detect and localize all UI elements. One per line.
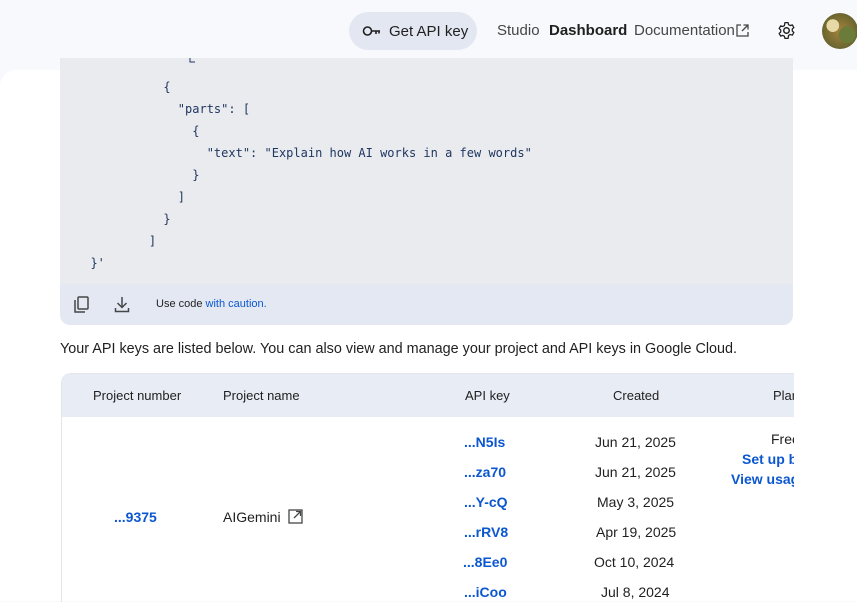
get-api-key-button[interactable]: Get API key — [349, 12, 477, 50]
code-line: } — [120, 168, 200, 182]
api-key-link[interactable]: ...iCoo — [464, 584, 507, 600]
intro-text: Your API keys are listed below. You can … — [60, 341, 738, 357]
nav-dashboard[interactable]: Dashboard — [549, 22, 627, 39]
code-line: { — [120, 124, 200, 138]
download-icon[interactable] — [114, 296, 130, 313]
created-date: Oct 10, 2024 — [594, 554, 675, 570]
created-date: May 3, 2025 — [597, 494, 675, 510]
code-line: ] — [120, 234, 157, 248]
api-key-link[interactable]: ...8Ee0 — [463, 554, 507, 570]
code-fragment — [189, 58, 195, 63]
created-date: Jul 8, 2024 — [601, 584, 670, 600]
key-icon — [362, 26, 380, 36]
plan-tier: Free — [771, 431, 794, 447]
caution-prefix: Use code — [156, 298, 206, 310]
caution-note: Use code with caution. — [156, 298, 267, 310]
view-usage-link[interactable]: View usag — [731, 471, 794, 487]
col-project-name: Project name — [223, 388, 300, 403]
code-block: { "parts": [ { "text": "Explain how AI w… — [60, 58, 793, 284]
created-date: Apr 19, 2025 — [596, 524, 677, 540]
api-key-link[interactable]: ...N5Is — [464, 434, 505, 450]
created-date: Jun 21, 2025 — [595, 434, 676, 450]
copy-icon[interactable] — [74, 296, 89, 313]
created-date: Jun 21, 2025 — [595, 464, 676, 480]
api-keys-table: Project number Project name API key Crea… — [61, 373, 794, 602]
col-project-number: Project number — [93, 388, 182, 403]
code-line: { — [120, 80, 171, 94]
api-key-link[interactable]: ...rRV8 — [464, 524, 508, 540]
code-line: "parts": [ — [120, 102, 251, 116]
open-project-icon[interactable] — [288, 509, 303, 524]
code-line: "text": "Explain how AI works in a few w… — [120, 146, 532, 160]
get-api-key-label: Get API key — [389, 22, 469, 40]
code-line: ] — [120, 190, 186, 204]
project-number-link[interactable]: ...9375 — [114, 509, 157, 525]
table-header: Project number Project name API key Crea… — [62, 374, 794, 417]
code-line: }' — [76, 256, 105, 270]
set-up-billing-link[interactable]: Set up b — [742, 451, 794, 467]
api-key-link[interactable]: ...Y-cQ — [464, 494, 508, 510]
top-bar: Get API key Studio Dashboard Documentati… — [0, 0, 857, 64]
external-link-icon — [736, 24, 749, 37]
col-plan: Plar — [773, 388, 794, 403]
nav-documentation[interactable]: Documentation — [634, 22, 735, 39]
api-key-link[interactable]: ...za70 — [464, 464, 506, 480]
col-created: Created — [613, 388, 660, 403]
avatar[interactable] — [822, 13, 857, 49]
project-name: AIGemini — [223, 509, 281, 525]
code-line: } — [120, 212, 171, 226]
caution-link[interactable]: with caution. — [206, 298, 267, 310]
col-api-key: API key — [465, 388, 510, 403]
nav-studio[interactable]: Studio — [497, 22, 540, 39]
gear-icon[interactable] — [777, 21, 796, 40]
